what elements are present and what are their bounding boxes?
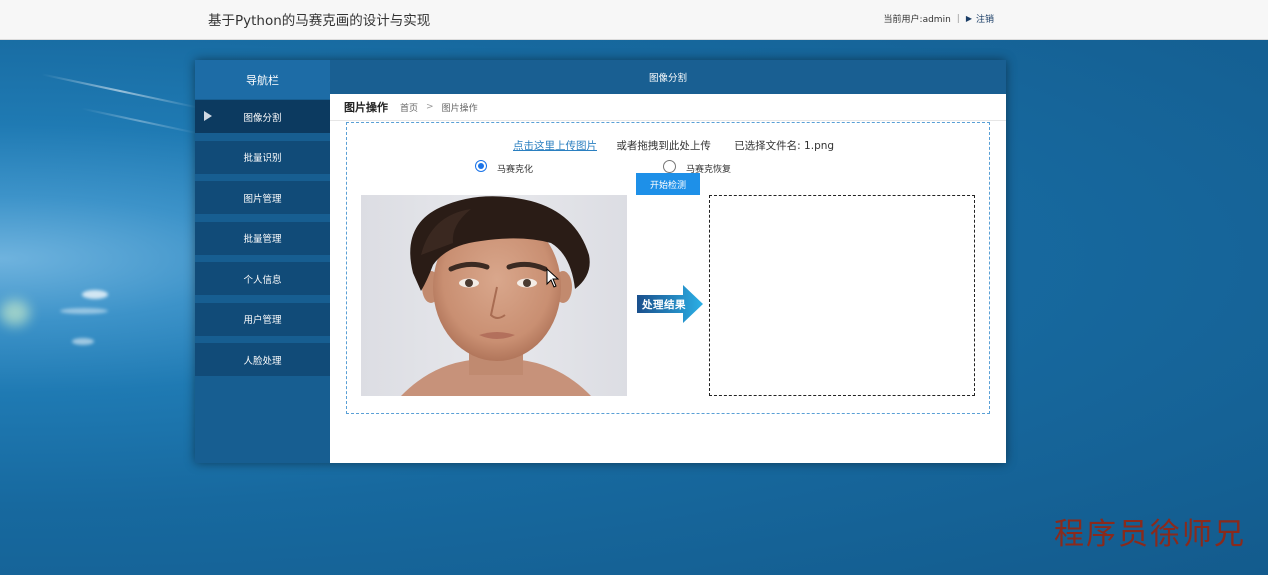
sidebar-header: 导航栏 bbox=[195, 60, 330, 99]
drag-hint: 或者拖拽到此处上传 bbox=[616, 140, 711, 152]
sidebar-item-personal-info[interactable]: 个人信息 bbox=[195, 262, 330, 295]
radio-restore-circle[interactable] bbox=[663, 159, 676, 173]
sidebar-item-label: 批量识别 bbox=[243, 153, 282, 164]
upload-drop-zone[interactable]: 点击这里上传图片 或者拖拽到此处上传 已选择文件名: 1.png 马赛克化 马赛… bbox=[346, 122, 990, 414]
main-panel: 导航栏 图像分割 批量识别 图片管理 批量管理 个人信息 用户管理 人脸处理 图… bbox=[195, 60, 1006, 463]
portrait-image bbox=[401, 196, 591, 396]
app-title: 基于Python的马赛克画的设计与实现 bbox=[208, 13, 431, 29]
logout-link[interactable]: 注销 bbox=[976, 12, 994, 25]
sidebar-item-batch-management[interactable]: 批量管理 bbox=[195, 221, 330, 255]
sidebar-item-label: 批量管理 bbox=[243, 234, 282, 245]
radio-mosaic-circle[interactable] bbox=[475, 160, 487, 172]
play-icon: ▶ bbox=[965, 14, 972, 23]
sidebar-item-label: 图片管理 bbox=[243, 193, 282, 205]
result-arrow-label: 处理结果 bbox=[642, 299, 686, 311]
breadcrumb-current: 图片操作 bbox=[441, 103, 478, 114]
separator: | bbox=[956, 13, 960, 24]
sidebar-item-image-management[interactable]: 图片管理 bbox=[195, 181, 330, 214]
sidebar-item-face-processing[interactable]: 人脸处理 bbox=[195, 343, 330, 376]
breadcrumb-separator: > bbox=[426, 102, 434, 112]
page-title: 图片操作 bbox=[344, 101, 388, 114]
active-arrow-icon bbox=[204, 111, 212, 121]
sidebar-item-label: 人脸处理 bbox=[243, 355, 282, 367]
result-image-box bbox=[709, 195, 975, 396]
top-bar: 基于Python的马赛克画的设计与实现 当前用户:admin | ▶ 注销 bbox=[0, 0, 1268, 40]
sidebar-item-label: 图像分割 bbox=[243, 112, 282, 124]
sidebar-item-user-management[interactable]: 用户管理 bbox=[195, 302, 330, 336]
source-image bbox=[361, 195, 627, 396]
radio-mosaic-label: 马赛克化 bbox=[497, 165, 534, 175]
sidebar-item-label: 用户管理 bbox=[243, 315, 282, 326]
upload-link[interactable]: 点击这里上传图片 bbox=[513, 140, 597, 152]
main-header: 图像分割 bbox=[330, 60, 1006, 94]
current-user-label: 当前用户:admin bbox=[883, 15, 951, 25]
start-detect-button[interactable]: 开始检测 bbox=[636, 173, 700, 195]
upload-row: 点击这里上传图片 或者拖拽到此处上传 已选择文件名: 1.png bbox=[513, 138, 834, 153]
breadcrumb: 图片操作 首页 > 图片操作 bbox=[330, 94, 1006, 121]
result-arrow: 处理结果 bbox=[637, 285, 703, 323]
watermark: 程序员徐师兄 bbox=[1054, 517, 1246, 552]
mouse-cursor-icon bbox=[546, 268, 560, 288]
sidebar-item-batch-recognition[interactable]: 批量识别 bbox=[195, 140, 330, 174]
sidebar-item-image-segmentation[interactable]: 图像分割 bbox=[195, 100, 330, 133]
selected-file-name: 已选择文件名: 1.png bbox=[734, 140, 835, 152]
radio-mosaic[interactable]: 马赛克化 bbox=[475, 157, 533, 175]
sidebar: 导航栏 图像分割 批量识别 图片管理 批量管理 个人信息 用户管理 人脸处理 bbox=[195, 60, 330, 463]
sidebar-item-label: 个人信息 bbox=[243, 274, 282, 286]
nav-list: 图像分割 批量识别 图片管理 批量管理 个人信息 用户管理 人脸处理 bbox=[195, 99, 330, 376]
main-content: 图像分割 图片操作 首页 > 图片操作 点击这里上传图片 或者拖拽到此处上传 已… bbox=[330, 60, 1006, 463]
user-box: 当前用户:admin | ▶ 注销 bbox=[883, 12, 994, 26]
breadcrumb-home[interactable]: 首页 bbox=[400, 101, 418, 114]
